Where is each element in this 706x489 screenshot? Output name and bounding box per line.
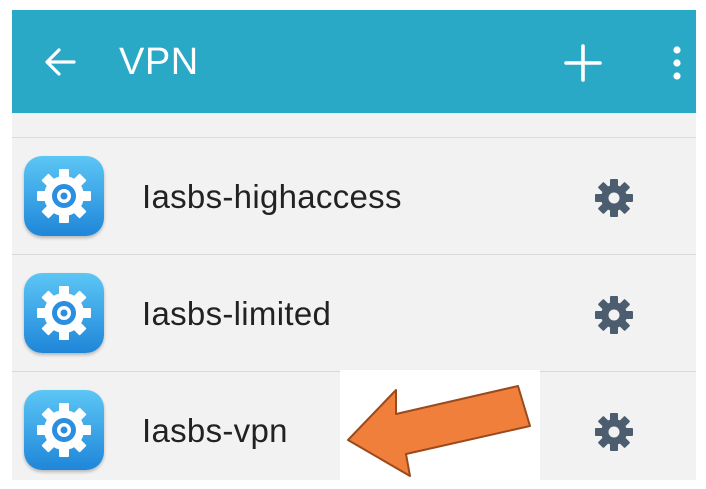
- app-gear-icon: [24, 273, 104, 353]
- settings-gear-icon: [595, 413, 633, 451]
- vpn-profile-row[interactable]: Iasbs-highaccess: [12, 138, 696, 255]
- page-title: VPN: [119, 41, 199, 83]
- vpn-settings-button[interactable]: [590, 408, 638, 456]
- vpn-profile-name: Iasbs-vpn: [142, 412, 288, 449]
- back-button[interactable]: [40, 42, 80, 82]
- plus-icon: [564, 44, 602, 82]
- app-bar: VPN: [12, 10, 696, 113]
- vpn-screen: VPN Iasbs-highaccess Iasbs-limited Iasbs…: [12, 10, 696, 480]
- more-options-button[interactable]: [662, 40, 692, 86]
- vpn-profile-name: Iasbs-highaccess: [142, 178, 402, 215]
- add-vpn-button[interactable]: [560, 40, 606, 86]
- app-gear-icon: [24, 390, 104, 470]
- annotation-arrow-backdrop: [340, 370, 540, 480]
- vpn-settings-button[interactable]: [590, 291, 638, 339]
- app-gear-icon: [24, 156, 104, 236]
- settings-gear-icon: [595, 179, 633, 217]
- orange-pointer-arrow-icon: [347, 385, 531, 477]
- vpn-profile-name: Iasbs-limited: [142, 295, 332, 332]
- more-vertical-icon: [673, 46, 681, 80]
- vpn-settings-button[interactable]: [590, 174, 638, 222]
- arrow-left-icon: [45, 48, 76, 76]
- settings-gear-icon: [595, 296, 633, 334]
- vpn-profile-row[interactable]: Iasbs-limited: [12, 255, 696, 372]
